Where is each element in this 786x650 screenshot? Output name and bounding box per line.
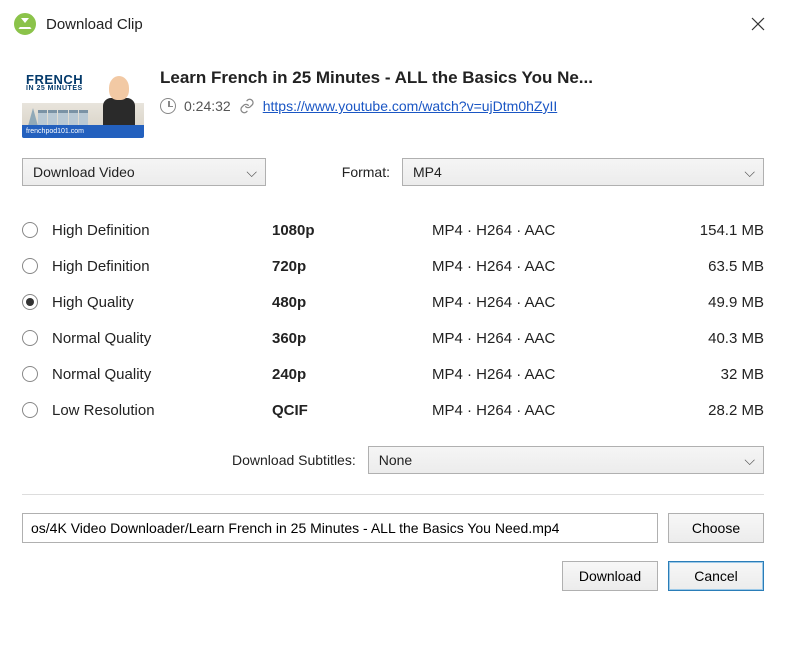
save-path-input[interactable] <box>22 513 658 543</box>
quality-label: Normal Quality <box>52 366 272 383</box>
quality-row[interactable]: Normal Quality360pMP4 · H264 · AAC40.3 M… <box>22 320 764 356</box>
quality-row[interactable]: Low ResolutionQCIFMP4 · H264 · AAC28.2 M… <box>22 392 764 428</box>
format-select[interactable]: MP4 ⌵ <box>402 158 764 186</box>
clock-icon <box>160 98 176 114</box>
subtitles-label: Download Subtitles: <box>232 452 356 468</box>
quality-resolution: 480p <box>272 294 432 311</box>
quality-label: High Quality <box>52 294 272 311</box>
close-button[interactable] <box>744 10 772 38</box>
quality-resolution: 720p <box>272 258 432 275</box>
quality-size: 63.5 MB <box>674 258 764 275</box>
quality-list: High Definition1080pMP4 · H264 · AAC154.… <box>0 202 786 436</box>
download-button[interactable]: Download <box>562 561 658 591</box>
video-duration: 0:24:32 <box>184 98 231 114</box>
quality-row[interactable]: High Quality480pMP4 · H264 · AAC49.9 MB <box>22 284 764 320</box>
quality-size: 154.1 MB <box>674 222 764 239</box>
thumb-bar: frenchpod101.com <box>22 125 144 138</box>
titlebar: Download Clip <box>0 0 786 46</box>
quality-label: High Definition <box>52 222 272 239</box>
subtitles-select-value: None <box>379 452 412 468</box>
chevron-down-icon: ⌵ <box>744 164 755 181</box>
quality-radio[interactable] <box>22 294 38 310</box>
quality-codec: MP4 · H264 · AAC <box>432 258 674 275</box>
quality-radio[interactable] <box>22 222 38 238</box>
quality-codec: MP4 · H264 · AAC <box>432 402 674 419</box>
format-label: Format: <box>342 164 390 180</box>
window-title: Download Clip <box>46 16 744 33</box>
subtitles-select[interactable]: None ⌵ <box>368 446 764 474</box>
quality-codec: MP4 · H264 · AAC <box>432 366 674 383</box>
quality-codec: MP4 · H264 · AAC <box>432 222 674 239</box>
quality-row[interactable]: Normal Quality240pMP4 · H264 · AAC32 MB <box>22 356 764 392</box>
video-title: Learn French in 25 Minutes - ALL the Bas… <box>160 68 764 88</box>
video-header: FRENCH IN 25 MINUTES frenchpod101.com Le… <box>0 46 786 154</box>
quality-label: Normal Quality <box>52 330 272 347</box>
quality-resolution: 360p <box>272 330 432 347</box>
video-url-link[interactable]: https://www.youtube.com/watch?v=ujDtm0hZ… <box>263 98 558 114</box>
quality-size: 49.9 MB <box>674 294 764 311</box>
video-thumbnail: FRENCH IN 25 MINUTES frenchpod101.com <box>22 68 144 138</box>
quality-label: Low Resolution <box>52 402 272 419</box>
quality-resolution: 240p <box>272 366 432 383</box>
quality-size: 40.3 MB <box>674 330 764 347</box>
chevron-down-icon: ⌵ <box>744 452 755 469</box>
chevron-down-icon: ⌵ <box>246 164 257 181</box>
quality-row[interactable]: High Definition1080pMP4 · H264 · AAC154.… <box>22 212 764 248</box>
choose-button[interactable]: Choose <box>668 513 764 543</box>
quality-radio[interactable] <box>22 402 38 418</box>
cancel-button[interactable]: Cancel <box>668 561 764 591</box>
quality-radio[interactable] <box>22 366 38 382</box>
link-icon <box>239 98 255 114</box>
quality-codec: MP4 · H264 · AAC <box>432 330 674 347</box>
quality-row[interactable]: High Definition720pMP4 · H264 · AAC63.5 … <box>22 248 764 284</box>
quality-radio[interactable] <box>22 258 38 274</box>
download-action-select[interactable]: Download Video ⌵ <box>22 158 266 186</box>
thumb-subtext: IN 25 MINUTES <box>26 86 83 92</box>
quality-resolution: 1080p <box>272 222 432 239</box>
app-icon <box>14 13 36 35</box>
format-select-value: MP4 <box>413 164 442 180</box>
quality-size: 32 MB <box>674 366 764 383</box>
quality-label: High Definition <box>52 258 272 275</box>
divider <box>22 494 764 495</box>
quality-resolution: QCIF <box>272 402 432 419</box>
action-select-value: Download Video <box>33 164 135 180</box>
quality-codec: MP4 · H264 · AAC <box>432 294 674 311</box>
quality-radio[interactable] <box>22 330 38 346</box>
quality-size: 28.2 MB <box>674 402 764 419</box>
